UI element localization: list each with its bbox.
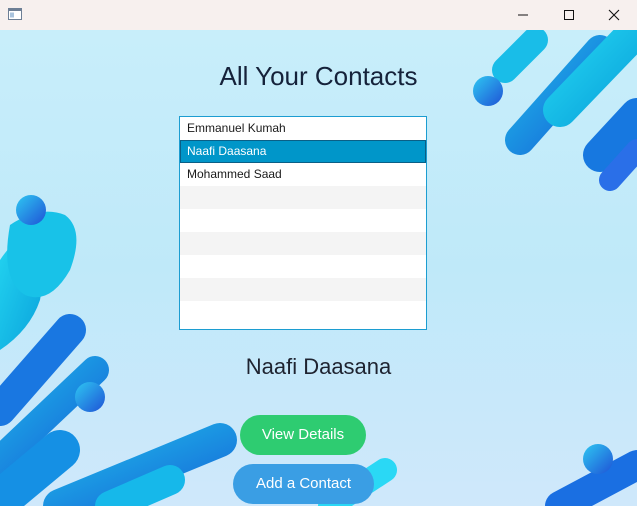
- empty-row: [180, 255, 426, 278]
- page-title: All Your Contacts: [219, 61, 418, 91]
- close-icon: [608, 9, 620, 21]
- maximize-button[interactable]: [546, 0, 592, 30]
- window-titlebar: [0, 0, 637, 30]
- main-content: All Your Contacts Emmanuel Kumah Naafi D…: [0, 30, 637, 506]
- contacts-list[interactable]: Emmanuel Kumah Naafi Daasana Mohammed Sa…: [179, 116, 427, 330]
- empty-row: [180, 278, 426, 301]
- view-details-button[interactable]: View Details: [240, 415, 366, 455]
- add-contact-button[interactable]: Add a Contact: [233, 464, 374, 504]
- list-item[interactable]: Emmanuel Kumah: [180, 117, 426, 140]
- list-item[interactable]: Mohammed Saad: [180, 163, 426, 186]
- app-window-icon: [8, 8, 22, 20]
- close-button[interactable]: [591, 0, 637, 30]
- list-item-selected[interactable]: Naafi Daasana: [180, 140, 426, 163]
- minimize-button[interactable]: [500, 0, 546, 30]
- empty-row: [180, 209, 426, 232]
- empty-row: [180, 232, 426, 255]
- minimize-icon: [518, 14, 528, 16]
- selected-contact-name: Naafi Daasana: [245, 354, 392, 379]
- empty-row: [180, 301, 426, 324]
- empty-row: [180, 186, 426, 209]
- maximize-icon: [564, 10, 574, 20]
